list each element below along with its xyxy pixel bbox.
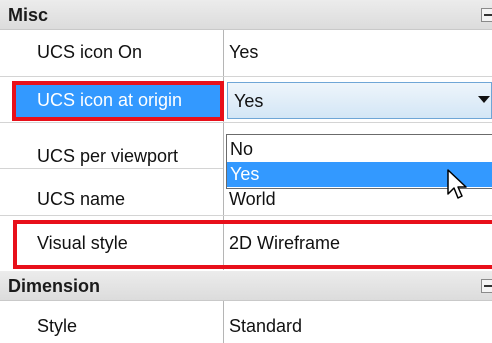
minus-box-icon[interactable] — [481, 8, 492, 22]
property-value-ucs-name[interactable]: World — [229, 189, 276, 210]
property-value-ucs-icon-on[interactable]: Yes — [229, 42, 258, 63]
property-value-style[interactable]: Standard — [229, 316, 302, 337]
property-name-ucs-icon-at-origin: UCS icon at origin — [37, 90, 183, 110]
section-header-dimension[interactable]: Dimension — [0, 271, 492, 301]
property-row-ucs-icon-on[interactable]: UCS icon On Yes — [0, 30, 492, 76]
section-header-misc[interactable]: Misc — [0, 0, 492, 30]
dropdown-selected-value: Yes — [234, 91, 264, 111]
property-row-visual-style[interactable]: Visual style 2D Wireframe — [0, 216, 492, 271]
property-row-ucs-icon-at-origin[interactable]: UCS icon at origin Yes — [0, 77, 492, 122]
property-row-style[interactable]: Style Standard — [0, 301, 492, 343]
dropdown-ucs-icon-at-origin[interactable]: Yes — [227, 82, 492, 119]
section-label-dimension: Dimension — [8, 276, 101, 296]
property-name-style: Style — [37, 316, 78, 336]
dropdown-list[interactable]: No Yes — [226, 134, 492, 199]
minus-box-icon[interactable] — [481, 279, 492, 293]
triangle-down-icon[interactable] — [478, 96, 490, 103]
property-value-visual-style[interactable]: 2D Wireframe — [229, 233, 340, 254]
property-name-ucs-icon-on: UCS icon On — [37, 42, 143, 62]
property-name-ucs-per-viewport: UCS per viewport — [37, 146, 179, 166]
property-name-ucs-name: UCS name — [37, 189, 126, 209]
property-name-visual-style: Visual style — [37, 233, 128, 253]
dropdown-option-no[interactable]: No — [230, 138, 492, 160]
property-row-ucs-per-viewport[interactable]: UCS per viewport — [0, 123, 223, 168]
mouse-pointer-icon — [447, 169, 467, 199]
section-label-misc: Misc — [8, 5, 49, 25]
